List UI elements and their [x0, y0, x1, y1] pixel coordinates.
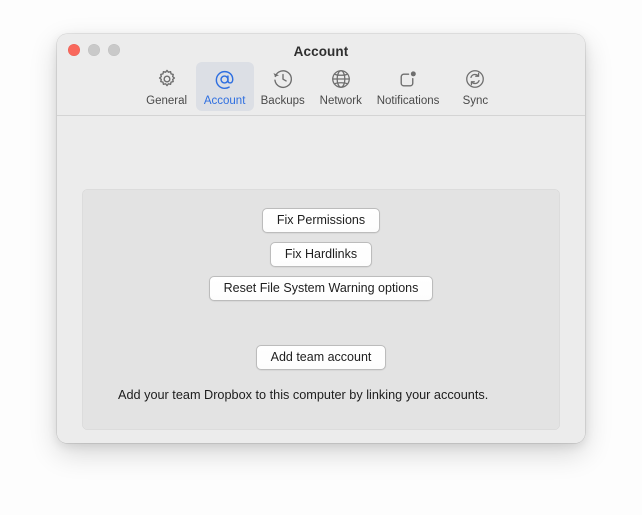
- tab-general[interactable]: General: [138, 62, 196, 111]
- fix-permissions-button[interactable]: Fix Permissions: [261, 208, 381, 233]
- tab-notifications-label: Notifications: [376, 95, 440, 107]
- tab-network[interactable]: Network: [312, 62, 370, 111]
- tab-backups[interactable]: Backups: [254, 62, 312, 111]
- tab-account[interactable]: Account: [195, 62, 254, 111]
- fix-hardlinks-button[interactable]: Fix Hardlinks: [269, 242, 373, 267]
- tab-sync-label: Sync: [462, 95, 489, 107]
- add-team-account-row: Add team account: [82, 345, 560, 370]
- fix-permissions-row: Fix Permissions: [82, 208, 560, 233]
- account-settings-panel: Fix Permissions Fix Hardlinks Reset File…: [82, 189, 560, 430]
- tab-account-label: Account: [203, 95, 246, 107]
- clock-rewind-icon: [270, 66, 296, 92]
- add-team-account-button[interactable]: Add team account: [255, 345, 387, 370]
- gear-icon: [154, 66, 180, 92]
- reset-file-system-warning-row: Reset File System Warning options: [82, 276, 560, 301]
- globe-icon: [328, 66, 354, 92]
- notification-badge-icon: [395, 66, 421, 92]
- at-sign-icon: [212, 66, 238, 92]
- preferences-toolbar: General Account Backups Network Notifica…: [57, 62, 585, 111]
- sync-refresh-icon: [462, 66, 488, 92]
- tab-notifications[interactable]: Notifications: [370, 62, 447, 111]
- window-title: Account: [293, 44, 349, 59]
- reset-file-system-warning-options-button[interactable]: Reset File System Warning options: [208, 276, 434, 301]
- window-titlebar: Account General Account Backups Network …: [57, 34, 585, 116]
- preferences-window: Account General Account Backups Network …: [57, 34, 585, 443]
- preferences-content: Fix Permissions Fix Hardlinks Reset File…: [57, 116, 585, 443]
- tab-sync[interactable]: Sync: [446, 62, 504, 111]
- tab-general-label: General: [146, 95, 188, 107]
- fix-hardlinks-row: Fix Hardlinks: [82, 242, 560, 267]
- tab-backups-label: Backups: [260, 95, 305, 107]
- team-account-description: Add your team Dropbox to this computer b…: [118, 388, 489, 402]
- tab-network-label: Network: [319, 95, 362, 107]
